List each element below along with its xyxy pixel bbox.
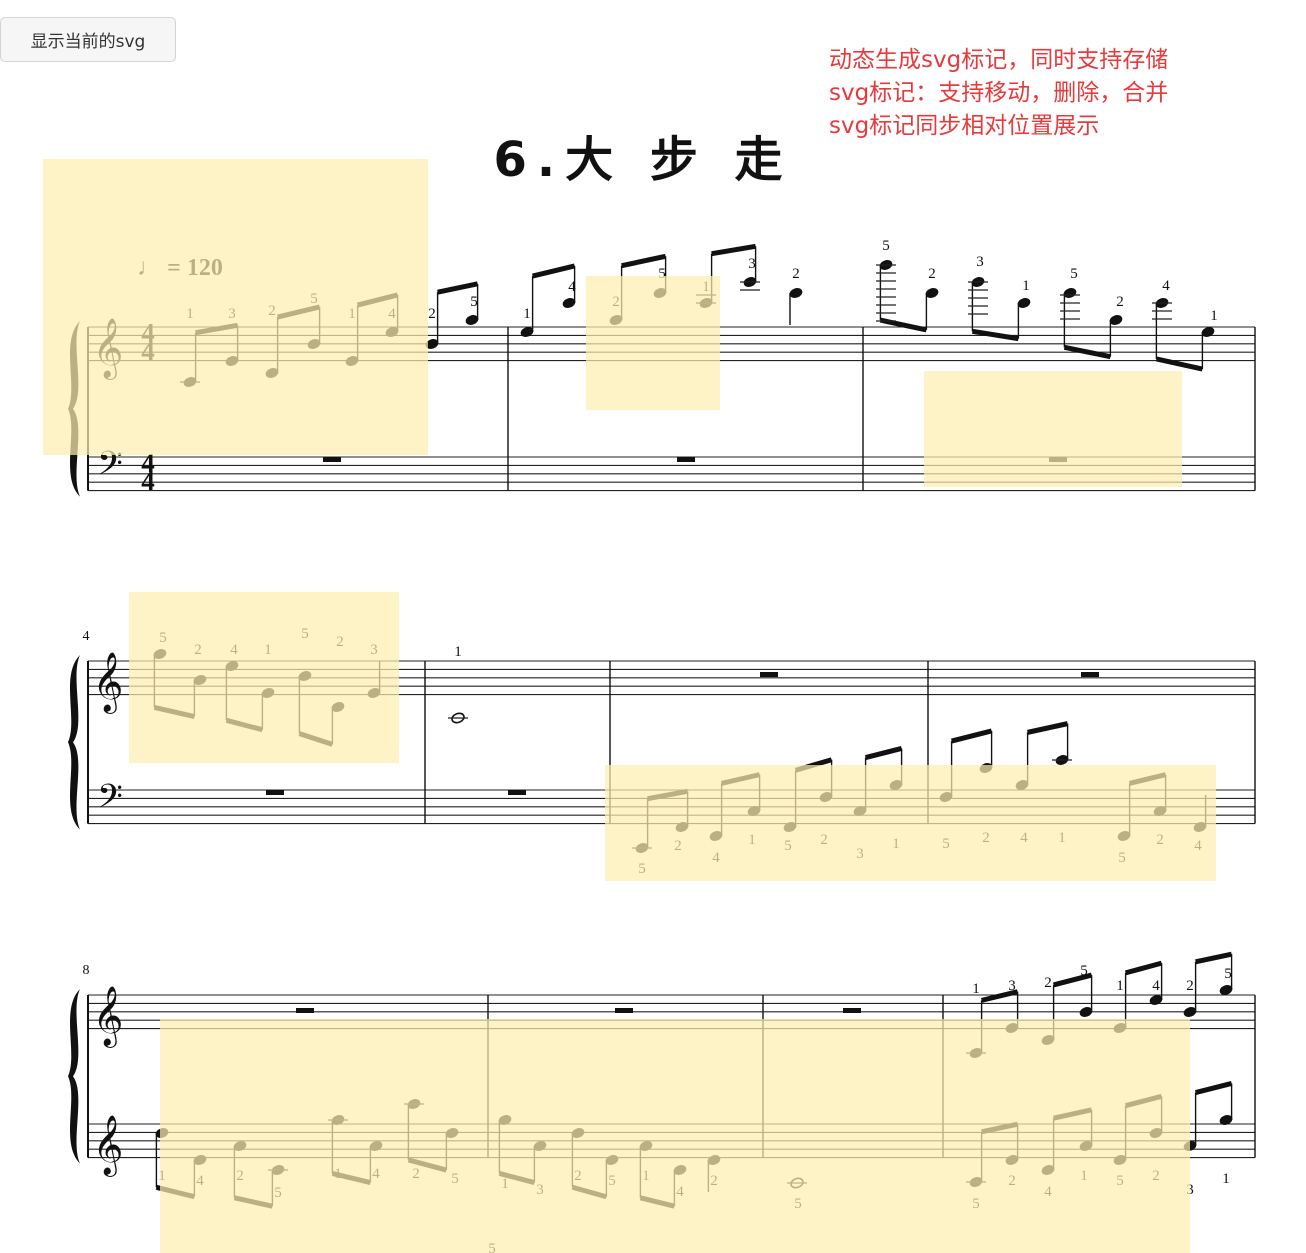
fingering-number: 3: [976, 254, 984, 270]
beam: [532, 263, 576, 279]
whole-rest: [296, 1008, 314, 1013]
fingering-number: 5: [1070, 266, 1078, 282]
fingering-number: 4: [1162, 278, 1170, 294]
whole-rest: [615, 1008, 633, 1013]
annotation-mark-3: [924, 371, 1182, 487]
fingering-number: 1: [523, 306, 531, 322]
fingering-number: 4: [568, 279, 576, 295]
fingering-number: 5: [1224, 966, 1232, 982]
treble-clef: 𝄞: [93, 1115, 124, 1177]
fingering-number: 2: [792, 266, 800, 282]
beam: [1124, 960, 1163, 976]
fingering-number: 1: [454, 644, 462, 660]
score-sheet: 𝄞𝄢𝄞𝄢𝄞𝄞4444 ♩ = 1204813251425142513252315…: [43, 159, 1256, 1253]
annotation-marks-layer: [43, 159, 1216, 1253]
beam: [1195, 951, 1233, 965]
brace: [68, 655, 80, 830]
whole-rest: [266, 790, 284, 795]
annotation-mark-4: [129, 592, 399, 763]
bass-clef: 𝄢: [97, 778, 123, 824]
beam: [621, 253, 667, 269]
annotation-mark-5: [605, 765, 1216, 881]
fingering-number: 1: [1210, 308, 1218, 324]
fingering-number: 5: [470, 294, 478, 310]
fingering-number: 3: [748, 256, 756, 272]
beam: [1194, 1081, 1233, 1095]
measure-number: 8: [83, 963, 90, 978]
treble-clef: 𝄞: [93, 652, 124, 714]
fingering-number: 1: [1022, 278, 1030, 294]
annotation-mark-2: [586, 276, 720, 410]
brace: [68, 989, 80, 1164]
whole-rest: [323, 457, 341, 462]
fingering-number: 2: [1044, 975, 1052, 991]
fingering-number: 5: [1080, 963, 1088, 979]
fingering-number: 1: [1222, 1171, 1230, 1187]
fingering-number: 2: [928, 266, 936, 282]
whole-rest: [677, 457, 695, 462]
fingering-number: 5: [882, 238, 890, 254]
whole-rest: [760, 672, 778, 677]
fingering-number: 3: [1008, 978, 1016, 994]
beam: [437, 281, 479, 295]
fingering-number: 4: [1152, 978, 1160, 994]
measure-number: 4: [83, 629, 90, 644]
time-sig-bottom-bass: 4: [141, 466, 155, 496]
whole-rest: [843, 1008, 861, 1013]
note-head: [789, 288, 803, 298]
fingering-number: 2: [428, 306, 436, 322]
fingering-number: 2: [1186, 978, 1194, 994]
fingering-number: 2: [1116, 294, 1124, 310]
beam: [1027, 721, 1069, 735]
treble-clef: 𝄞: [93, 986, 124, 1048]
whole-rest: [1081, 672, 1099, 677]
beam: [864, 746, 903, 760]
whole-rest: [508, 790, 526, 795]
annotation-mark-1: [43, 159, 428, 455]
fingering-number: 1: [1116, 978, 1124, 994]
beam: [711, 243, 757, 257]
fingering-number: 1: [972, 981, 980, 997]
beam: [950, 728, 993, 744]
annotation-mark-6: [160, 1019, 1190, 1253]
